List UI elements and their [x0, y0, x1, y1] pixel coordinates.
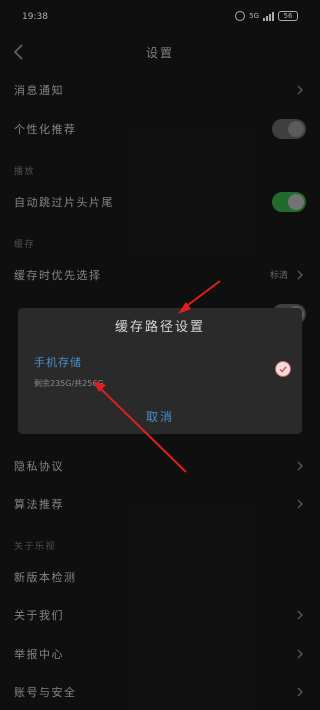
cache-path-dialog: 缓存路径设置 手机存储 剩余235G/共256G 取消	[18, 308, 302, 434]
dialog-title: 缓存路径设置	[114, 320, 205, 335]
storage-option-detail: 剩余235G/共256G	[34, 379, 104, 388]
storage-option-name[interactable]: 手机存储	[34, 354, 82, 370]
cancel-button[interactable]: 取消	[18, 408, 302, 425]
check-icon[interactable]	[275, 361, 291, 377]
